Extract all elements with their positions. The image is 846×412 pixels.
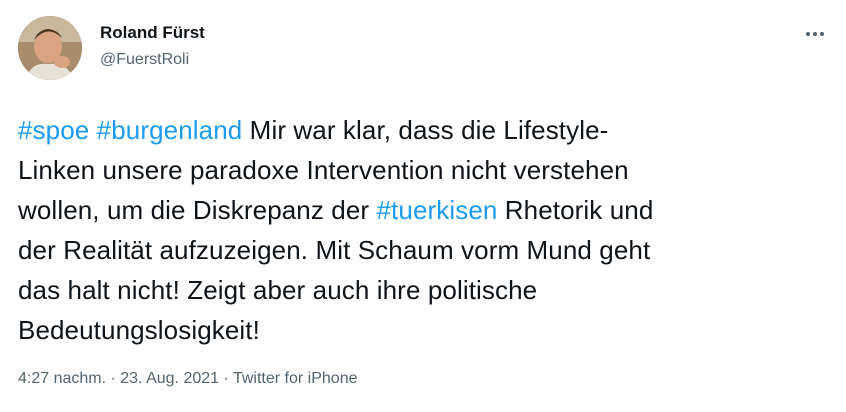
tweet-card: Roland Fürst @FuerstRoli #spoe #burgenla…	[0, 0, 846, 412]
author-name[interactable]: Roland Fürst	[100, 22, 205, 44]
tweet-line: wollen, um die Diskrepanz der #tuerkisen…	[18, 190, 818, 230]
hashtag-link[interactable]: #burgenland	[97, 115, 243, 145]
author-handle[interactable]: @FuerstRoli	[100, 50, 205, 70]
tweet-text-segment: Linken unsere paradoxe Intervention nich…	[18, 155, 629, 185]
more-button[interactable]	[802, 24, 828, 44]
meta-separator: ·	[106, 370, 121, 387]
avatar-photo	[18, 16, 82, 80]
tweet-source-link[interactable]: Twitter for iPhone	[233, 370, 358, 387]
tweet-text-segment: das halt nicht! Zeigt aber auch ihre pol…	[18, 275, 538, 305]
tweet-time-link[interactable]: 4:27 nachm.	[18, 370, 106, 387]
more-dots-icon	[806, 32, 824, 36]
tweet-text-segment: Mir war klar, dass die Lifestyle-	[242, 115, 609, 145]
tweet-date-link[interactable]: 23. Aug. 2021	[120, 370, 219, 387]
tweet-text-segment: Bedeutungslosigkeit!	[18, 315, 260, 345]
tweet-text: #spoe #burgenland Mir war klar, dass die…	[18, 110, 818, 350]
tweet-meta: 4:27 nachm. · 23. Aug. 2021 · Twitter fo…	[18, 369, 357, 389]
tweet-text-segment: der Realität aufzuzeigen. Mit Schaum vor…	[18, 235, 651, 265]
tweet-line: der Realität aufzuzeigen. Mit Schaum vor…	[18, 230, 818, 270]
tweet-text-segment: wollen, um die Diskrepanz der	[18, 195, 377, 225]
tweet-text-segment: Rhetorik und	[497, 195, 654, 225]
hashtag-link[interactable]: #tuerkisen	[377, 195, 498, 225]
meta-separator: ·	[219, 370, 233, 387]
tweet-line: Linken unsere paradoxe Intervention nich…	[18, 150, 818, 190]
avatar[interactable]	[18, 16, 82, 80]
hashtag-link[interactable]: #spoe	[18, 115, 89, 145]
tweet-text-segment	[89, 115, 96, 145]
tweet-line: #spoe #burgenland Mir war klar, dass die…	[18, 110, 818, 150]
tweet-line: das halt nicht! Zeigt aber auch ihre pol…	[18, 270, 818, 310]
tweet-line: Bedeutungslosigkeit!	[18, 310, 818, 350]
author-info[interactable]: Roland Fürst @FuerstRoli	[100, 22, 205, 70]
